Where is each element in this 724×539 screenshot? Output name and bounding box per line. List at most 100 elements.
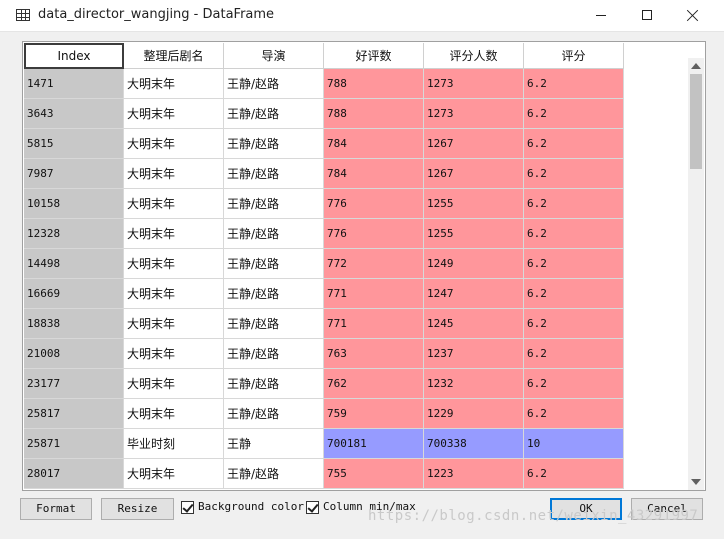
table-cell-index[interactable]: 14498: [24, 249, 124, 279]
column-minmax-checkbox[interactable]: [306, 501, 319, 514]
format-button[interactable]: Format: [20, 498, 92, 520]
table-cell-director[interactable]: 王静/赵路: [224, 129, 324, 159]
table-cell-score[interactable]: 6.2: [524, 189, 624, 219]
table-cell-score[interactable]: 6.2: [524, 339, 624, 369]
title-bar[interactable]: data_director_wangjing - DataFrame: [0, 0, 724, 32]
scroll-thumb[interactable]: [690, 74, 702, 169]
table-cell-count[interactable]: 1245: [424, 309, 524, 339]
table-cell-score[interactable]: 6.2: [524, 219, 624, 249]
table-cell-index[interactable]: 18838: [24, 309, 124, 339]
table-cell-index[interactable]: 7987: [24, 159, 124, 189]
table-cell-name[interactable]: 大明末年: [124, 249, 224, 279]
table-cell-index[interactable]: 23177: [24, 369, 124, 399]
table-cell-name[interactable]: 大明末年: [124, 399, 224, 429]
table-cell-director[interactable]: 王静/赵路: [224, 69, 324, 99]
vertical-scrollbar[interactable]: [688, 58, 704, 490]
table-cell-count[interactable]: 1255: [424, 219, 524, 249]
table-cell-name[interactable]: 大明末年: [124, 99, 224, 129]
table-cell-score[interactable]: 6.2: [524, 369, 624, 399]
table-cell-name[interactable]: 大明末年: [124, 279, 224, 309]
table-cell-score[interactable]: 6.2: [524, 69, 624, 99]
table-cell-count[interactable]: 1273: [424, 69, 524, 99]
table-cell-score[interactable]: 6.2: [524, 399, 624, 429]
table-cell-index[interactable]: 12328: [24, 219, 124, 249]
table-cell-index[interactable]: 16669: [24, 279, 124, 309]
table-cell-good[interactable]: 776: [324, 189, 424, 219]
table-cell-count[interactable]: 1232: [424, 369, 524, 399]
table-cell-count[interactable]: 700338: [424, 429, 524, 459]
table-cell-score[interactable]: 10: [524, 429, 624, 459]
maximize-button[interactable]: [624, 0, 670, 31]
table-cell-name[interactable]: 大明末年: [124, 129, 224, 159]
resize-button[interactable]: Resize: [101, 498, 174, 520]
table-cell-count[interactable]: 1273: [424, 99, 524, 129]
table-cell-index[interactable]: 25817: [24, 399, 124, 429]
count-column-header[interactable]: 评分人数: [424, 43, 524, 69]
table-cell-director[interactable]: 王静/赵路: [224, 339, 324, 369]
table-cell-index[interactable]: 1471: [24, 69, 124, 99]
table-cell-good[interactable]: 771: [324, 309, 424, 339]
table-cell-index[interactable]: 28017: [24, 459, 124, 489]
table-cell-index[interactable]: 10158: [24, 189, 124, 219]
table-cell-good[interactable]: 772: [324, 249, 424, 279]
table-cell-index[interactable]: 3643: [24, 99, 124, 129]
table-cell-score[interactable]: 6.2: [524, 459, 624, 489]
table-cell-score[interactable]: 6.2: [524, 249, 624, 279]
index-column-header[interactable]: Index: [24, 43, 124, 69]
table-cell-director[interactable]: 王静/赵路: [224, 219, 324, 249]
table-cell-count[interactable]: 1223: [424, 459, 524, 489]
table-cell-score[interactable]: 6.2: [524, 99, 624, 129]
table-cell-good[interactable]: 784: [324, 159, 424, 189]
table-cell-good[interactable]: 788: [324, 69, 424, 99]
table-cell-good[interactable]: 755: [324, 459, 424, 489]
table-cell-director[interactable]: 王静/赵路: [224, 189, 324, 219]
table-cell-score[interactable]: 6.2: [524, 309, 624, 339]
table-cell-count[interactable]: 1247: [424, 279, 524, 309]
table-cell-director[interactable]: 王静: [224, 429, 324, 459]
table-cell-count[interactable]: 1229: [424, 399, 524, 429]
table-cell-good[interactable]: 788: [324, 99, 424, 129]
table-cell-count[interactable]: 1267: [424, 129, 524, 159]
table-cell-name[interactable]: 大明末年: [124, 339, 224, 369]
table-cell-good[interactable]: 776: [324, 219, 424, 249]
score-column-header[interactable]: 评分: [524, 43, 624, 69]
table-cell-good[interactable]: 700181: [324, 429, 424, 459]
table-cell-score[interactable]: 6.2: [524, 129, 624, 159]
table-cell-director[interactable]: 王静/赵路: [224, 159, 324, 189]
table-cell-good[interactable]: 771: [324, 279, 424, 309]
name-column-header[interactable]: 整理后剧名: [124, 43, 224, 69]
table-cell-index[interactable]: 21008: [24, 339, 124, 369]
table-cell-score[interactable]: 6.2: [524, 159, 624, 189]
table-cell-count[interactable]: 1267: [424, 159, 524, 189]
minimize-button[interactable]: [578, 0, 624, 31]
table-cell-name[interactable]: 大明末年: [124, 69, 224, 99]
table-cell-name[interactable]: 大明末年: [124, 309, 224, 339]
table-cell-good[interactable]: 763: [324, 339, 424, 369]
table-cell-director[interactable]: 王静/赵路: [224, 279, 324, 309]
table-cell-name[interactable]: 大明末年: [124, 189, 224, 219]
table-cell-name[interactable]: 大明末年: [124, 219, 224, 249]
scroll-up-arrow-icon[interactable]: [691, 63, 701, 69]
table-cell-good[interactable]: 759: [324, 399, 424, 429]
good-column-header[interactable]: 好评数: [324, 43, 424, 69]
table-cell-index[interactable]: 5815: [24, 129, 124, 159]
table-cell-good[interactable]: 762: [324, 369, 424, 399]
table-cell-name[interactable]: 大明末年: [124, 159, 224, 189]
table-cell-director[interactable]: 王静/赵路: [224, 369, 324, 399]
background-color-checkbox[interactable]: [181, 501, 194, 514]
table-cell-index[interactable]: 25871: [24, 429, 124, 459]
table-cell-director[interactable]: 王静/赵路: [224, 249, 324, 279]
director-column-header[interactable]: 导演: [224, 43, 324, 69]
table-cell-good[interactable]: 784: [324, 129, 424, 159]
scroll-down-arrow-icon[interactable]: [691, 479, 701, 485]
table-cell-score[interactable]: 6.2: [524, 279, 624, 309]
table-cell-name[interactable]: 毕业时刻: [124, 429, 224, 459]
table-cell-count[interactable]: 1249: [424, 249, 524, 279]
close-button[interactable]: [670, 0, 716, 31]
table-cell-director[interactable]: 王静/赵路: [224, 399, 324, 429]
table-cell-name[interactable]: 大明末年: [124, 369, 224, 399]
dataframe-table[interactable]: Index 整理后剧名 导演 好评数 评分人数 评分 1471 大明末年 王静/赵路 788 127…: [22, 41, 706, 491]
table-cell-count[interactable]: 1237: [424, 339, 524, 369]
table-cell-director[interactable]: 王静/赵路: [224, 99, 324, 129]
table-cell-director[interactable]: 王静/赵路: [224, 459, 324, 489]
